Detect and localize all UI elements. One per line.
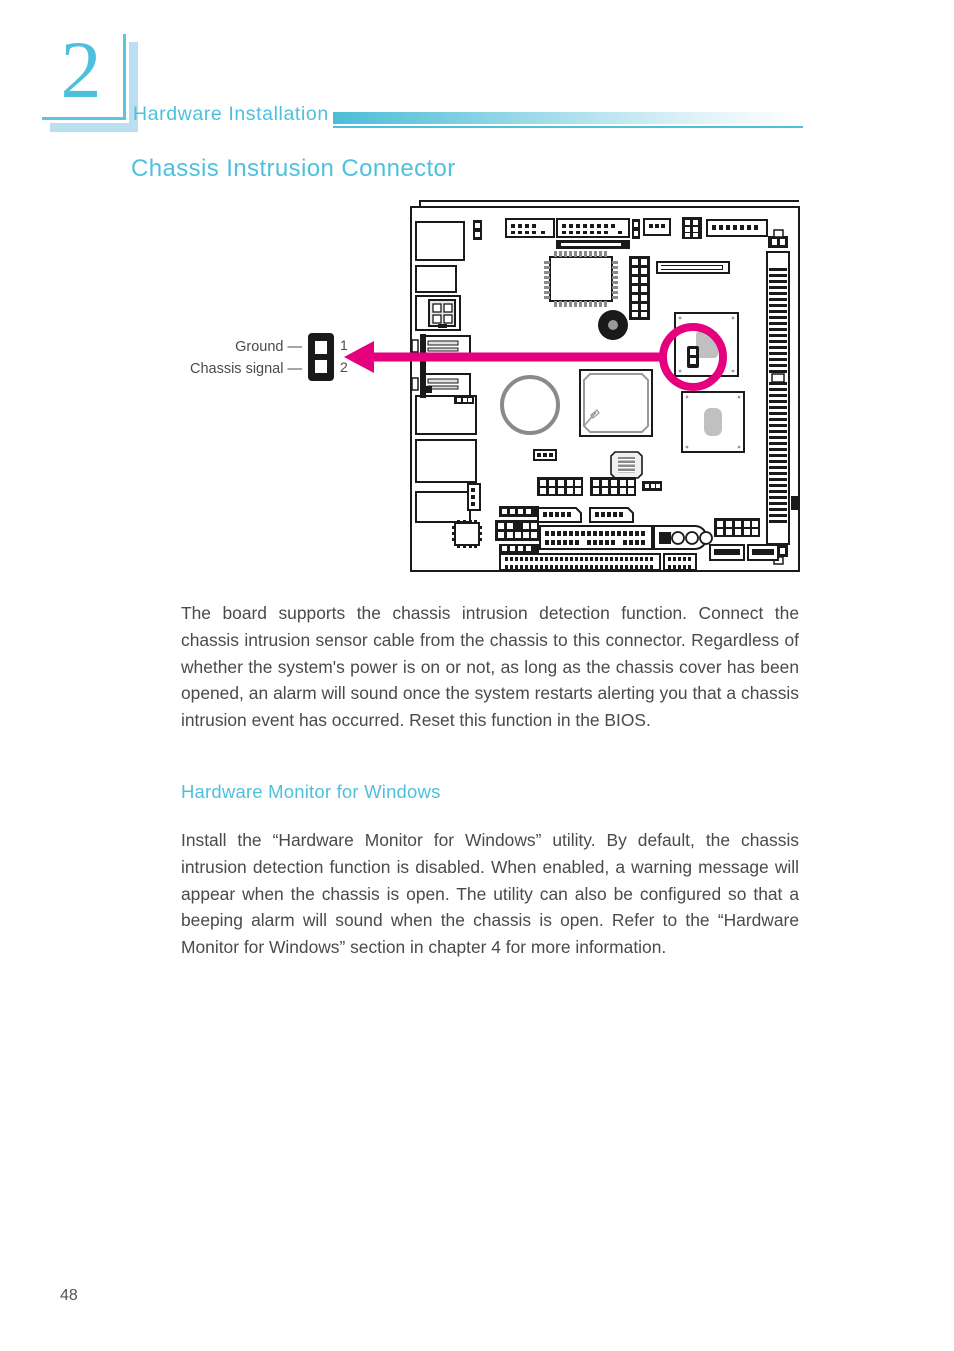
tall-dual-row-header xyxy=(629,256,650,320)
front-panel-small-header xyxy=(467,483,481,511)
chapter-number: 2 xyxy=(60,24,102,115)
atx-4pin-power-connector xyxy=(428,299,456,328)
running-head-underline xyxy=(333,126,803,128)
page-number: 48 xyxy=(60,1287,78,1304)
ide-connector-bottom xyxy=(539,525,653,550)
connector-pin-1 xyxy=(315,341,327,354)
intro-paragraph: The board supports the chassis intrusion… xyxy=(181,603,799,731)
three-pin-header-bottom xyxy=(533,449,557,461)
buzzer-component xyxy=(598,310,628,340)
pin-number-group: 1 2 xyxy=(340,334,348,378)
ide-connector-primary xyxy=(505,218,555,238)
running-head-gradient-bar xyxy=(333,112,803,124)
page-title: Chassis Instrusion Connector xyxy=(131,155,456,182)
callout-label-group: Ground — Chassis signal — xyxy=(180,336,302,380)
hardware-monitor-paragraph: Install the “Hardware Monitor for Window… xyxy=(181,830,799,958)
dual-row-header-top xyxy=(682,217,702,239)
main-qfp-chip xyxy=(544,251,618,307)
two-pin-connector-icon xyxy=(308,333,334,381)
motherboard-schematic xyxy=(410,200,800,572)
coin-cell-battery xyxy=(500,375,560,435)
three-pin-connector-top xyxy=(643,218,671,236)
audio-jack-cluster xyxy=(653,525,713,550)
chassis-intrusion-figure: Ground — Chassis signal — 1 2 xyxy=(180,200,800,580)
flash-bios-chip xyxy=(610,451,643,479)
secondary-socket xyxy=(681,391,745,453)
pin-number-2: 2 xyxy=(340,359,348,375)
connector-pin-2 xyxy=(315,360,327,373)
small-qfp-chip xyxy=(452,520,482,548)
subsection-title: Hardware Monitor for Windows xyxy=(181,781,441,802)
chassis-intrusion-header-on-board xyxy=(454,396,474,404)
callout-label-chassis-signal: Chassis signal — xyxy=(189,361,302,377)
front-panel-header-cluster xyxy=(495,506,539,554)
running-head-title: Hardware Installation xyxy=(133,103,329,125)
expansion-slot-upper xyxy=(656,261,730,274)
jumper-header-top xyxy=(632,219,640,239)
running-head: Hardware Installation xyxy=(133,103,803,131)
chipset-package xyxy=(579,369,653,437)
memory-slot-top xyxy=(556,240,630,249)
callout-label-ground: Ground — xyxy=(235,339,302,355)
cpu-socket xyxy=(674,312,739,377)
ide-connector-secondary xyxy=(556,218,630,238)
chapter-badge: 2 xyxy=(42,24,138,132)
top-jumper-block xyxy=(473,220,482,240)
wide-header-top-right xyxy=(706,219,768,237)
pin-number-1: 1 xyxy=(340,337,348,353)
pci-slot-bottom xyxy=(499,553,697,571)
